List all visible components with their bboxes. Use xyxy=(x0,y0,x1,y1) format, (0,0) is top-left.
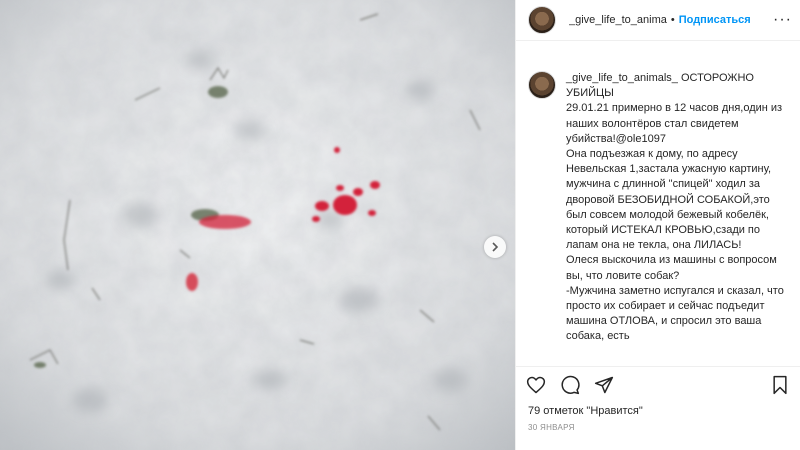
comment-icon[interactable] xyxy=(560,375,580,395)
caption-author-link[interactable]: _give_life_to_animals_ xyxy=(566,72,678,84)
next-photo-button[interactable] xyxy=(484,236,506,258)
instagram-post: _give_life_to_anima • Подписаться ··· _g… xyxy=(0,0,800,450)
caption-avatar[interactable] xyxy=(528,71,556,99)
post-side-panel: _give_life_to_anima • Подписаться ··· _g… xyxy=(515,0,800,450)
caption-body: ОСТОРОЖНО УБИЙЦЫ 29.01.21 примерно в 12 … xyxy=(566,72,784,343)
avatar[interactable] xyxy=(528,6,556,34)
username-link[interactable]: _give_life_to_anima xyxy=(569,14,667,26)
heart-icon[interactable] xyxy=(526,375,546,395)
likes-count[interactable]: 79 отметок "Нравится" xyxy=(516,403,800,419)
snow-photo-image xyxy=(0,0,515,450)
bookmark-icon[interactable] xyxy=(770,375,790,395)
follow-button[interactable]: Подписаться xyxy=(679,14,751,26)
caption-area: _give_life_to_animals_ ОСТОРОЖНО УБИЙЦЫ … xyxy=(516,41,800,366)
separator-dot: • xyxy=(670,14,675,26)
action-bar xyxy=(516,366,800,403)
more-options-icon[interactable]: ··· xyxy=(773,11,792,29)
post-date[interactable]: 30 ЯНВАРЯ xyxy=(516,419,800,432)
post-header: _give_life_to_anima • Подписаться ··· xyxy=(516,0,800,41)
post-photo[interactable] xyxy=(0,0,515,450)
caption-text: _give_life_to_animals_ ОСТОРОЖНО УБИЙЦЫ … xyxy=(566,71,788,366)
share-icon[interactable] xyxy=(594,375,614,395)
chevron-right-icon xyxy=(492,242,499,252)
